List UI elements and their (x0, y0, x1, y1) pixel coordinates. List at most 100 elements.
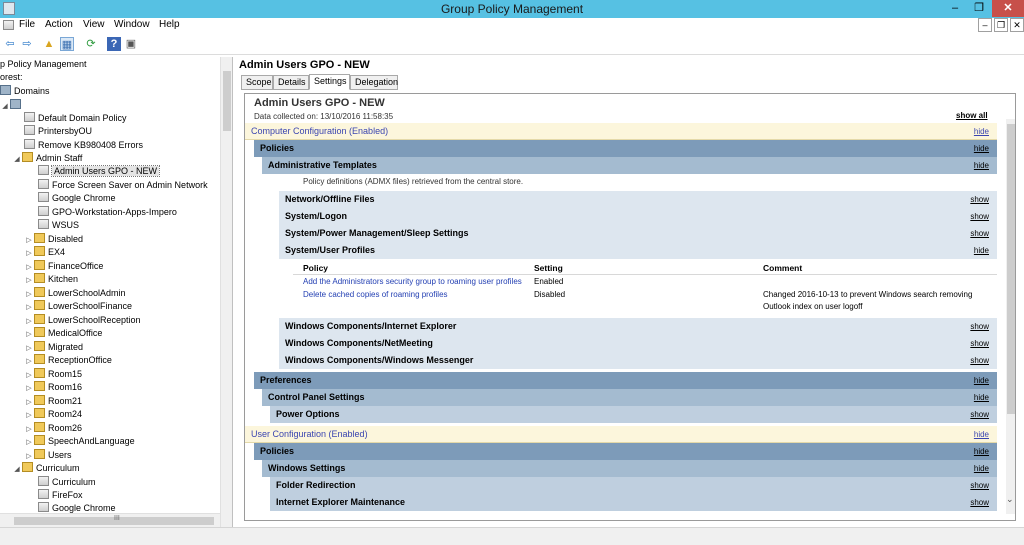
tree-item[interactable]: ▷ Room15 (24, 368, 82, 381)
policies-header[interactable]: Policies hide (254, 140, 997, 157)
hide-link[interactable]: hide (974, 140, 989, 157)
expand-arrow-icon[interactable]: ▷ (24, 382, 34, 395)
tree-item[interactable]: Force Screen Saver on Admin Network (38, 179, 208, 192)
control-panel-settings-header[interactable]: Control Panel Settings hide (262, 389, 997, 406)
tree-horizontal-scrollbar[interactable]: III (0, 513, 220, 527)
tree-item[interactable]: ▷ SpeechAndLanguage (24, 435, 135, 448)
show-hide-tree-icon[interactable]: ▦ (60, 37, 74, 51)
mdi-minimize-button[interactable]: – (978, 18, 992, 32)
report-vertical-scrollbar[interactable]: ⌄ (1006, 119, 1015, 514)
administrative-templates-header[interactable]: Administrative Templates hide (262, 157, 997, 174)
power-options-header[interactable]: Power Options show (270, 406, 997, 423)
menu-view[interactable]: View (83, 19, 105, 30)
scroll-thumb[interactable] (223, 71, 231, 131)
tree-item-selected[interactable]: Admin Users GPO - NEW (38, 165, 161, 178)
tree-item[interactable]: ◢ Curriculum (12, 462, 80, 475)
forward-arrow-icon[interactable]: ⇨ (20, 37, 34, 51)
scroll-down-arrow-icon[interactable]: ⌄ (1006, 494, 1014, 505)
tree-item[interactable]: Default Domain Policy (24, 112, 127, 125)
tree-forest[interactable]: orest: (0, 71, 23, 84)
tree-item[interactable]: ▷ LowerSchoolAdmin (24, 287, 126, 300)
tab-scope[interactable]: Scope (241, 75, 273, 90)
tree-item[interactable]: ▷ Room26 (24, 422, 82, 435)
back-arrow-icon[interactable]: ⇦ (3, 37, 17, 51)
tree-item[interactable]: ▷ LowerSchoolReception (24, 314, 141, 327)
show-link[interactable]: show (970, 406, 989, 423)
tree-item[interactable]: GPO-Workstation-Apps-Impero (38, 206, 177, 219)
help-icon[interactable]: ? (107, 37, 121, 51)
hide-link[interactable]: hide (974, 242, 989, 259)
windows-components-netmeeting-header[interactable]: Windows Components/NetMeeting show (279, 335, 997, 352)
show-all-link[interactable]: show all (956, 111, 988, 120)
up-folder-icon[interactable]: ▲ (42, 37, 56, 51)
hide-link[interactable]: hide (974, 157, 989, 174)
maximize-button[interactable]: ❐ (967, 0, 991, 17)
tree-item[interactable]: ▷ Disabled (24, 233, 83, 246)
expand-arrow-icon[interactable]: ▷ (24, 301, 34, 314)
tree-item[interactable]: ▷ Kitchen (24, 273, 78, 286)
show-link[interactable]: show (970, 335, 989, 352)
scroll-thumb[interactable] (1007, 124, 1015, 414)
tab-delegation[interactable]: Delegation (350, 75, 398, 90)
network-offline-files-header[interactable]: Network/Offline Files show (279, 191, 997, 208)
minimize-button[interactable]: – (943, 0, 967, 17)
tree-domains[interactable]: Domains (0, 85, 50, 98)
tree-item[interactable]: ▷ Users (24, 449, 72, 462)
tab-settings[interactable]: Settings (309, 74, 350, 90)
collapse-arrow-icon[interactable]: ◢ (12, 463, 22, 476)
tree-item[interactable]: WSUS (38, 219, 79, 232)
show-link[interactable]: show (970, 494, 989, 511)
show-link[interactable]: show (970, 225, 989, 242)
collapse-arrow-icon[interactable]: ◢ (0, 100, 10, 113)
user-policies-header[interactable]: Policies hide (254, 443, 997, 460)
tree-item[interactable]: Google Chrome (38, 192, 116, 205)
tree-item[interactable]: ▷ MedicalOffice (24, 327, 102, 340)
windows-components-messenger-header[interactable]: Windows Components/Windows Messenger show (279, 352, 997, 369)
tree-item[interactable]: FireFox (38, 489, 83, 502)
system-power-management-header[interactable]: System/Power Management/Sleep Settings sh… (279, 225, 997, 242)
hide-link[interactable]: hide (974, 460, 989, 477)
tab-details[interactable]: Details (273, 75, 309, 90)
hide-link[interactable]: hide (974, 426, 989, 443)
user-configuration-header[interactable]: User Configuration (Enabled) hide (245, 426, 997, 443)
tree-item[interactable]: PrintersbyOU (24, 125, 92, 138)
system-user-profiles-header[interactable]: System/User Profiles hide (279, 242, 997, 259)
menu-window[interactable]: Window (114, 19, 150, 30)
show-link[interactable]: show (970, 318, 989, 335)
mdi-close-button[interactable]: ✕ (1010, 18, 1024, 32)
expand-arrow-icon[interactable]: ▷ (24, 355, 34, 368)
expand-arrow-icon[interactable]: ▷ (24, 436, 34, 449)
tree-item[interactable]: Remove KB980408 Errors (24, 139, 143, 152)
system-logon-header[interactable]: System/Logon show (279, 208, 997, 225)
preferences-header[interactable]: Preferences hide (254, 372, 997, 389)
tree-item[interactable]: ▷ Room24 (24, 408, 82, 421)
tree-item[interactable]: ▷ Room21 (24, 395, 82, 408)
policy-link[interactable]: Delete cached copies of roaming profiles (303, 290, 448, 299)
tree-item[interactable]: ▷ Migrated (24, 341, 83, 354)
show-link[interactable]: show (970, 208, 989, 225)
refresh-icon[interactable]: ⟳ (84, 37, 98, 51)
tree-item[interactable]: ▷ ReceptionOffice (24, 354, 112, 367)
expand-arrow-icon[interactable]: ▷ (24, 247, 34, 260)
ie-maintenance-header[interactable]: Internet Explorer Maintenance show (270, 494, 997, 511)
expand-arrow-icon[interactable]: ▷ (24, 328, 34, 341)
hide-link[interactable]: hide (974, 443, 989, 460)
menu-help[interactable]: Help (159, 19, 180, 30)
close-button[interactable]: ✕ (992, 0, 1024, 17)
tree-item[interactable]: Curriculum (38, 476, 96, 489)
menu-action[interactable]: Action (45, 19, 73, 30)
tree-item[interactable]: ◢ Admin Staff (12, 152, 82, 165)
show-link[interactable]: show (970, 352, 989, 369)
show-link[interactable]: show (970, 191, 989, 208)
hide-link[interactable]: hide (974, 372, 989, 389)
expand-arrow-icon[interactable]: ▷ (24, 274, 34, 287)
menu-file[interactable]: File (19, 19, 35, 30)
tree-item[interactable]: ▷ FinanceOffice (24, 260, 103, 273)
expand-arrow-icon[interactable]: ▷ (24, 409, 34, 422)
console-window-icon[interactable]: ▣ (124, 37, 138, 51)
folder-redirection-header[interactable]: Folder Redirection show (270, 477, 997, 494)
tree-root[interactable]: p Policy Management (0, 58, 87, 71)
mdi-restore-button[interactable]: ❐ (994, 18, 1008, 32)
hide-link[interactable]: hide (974, 123, 989, 140)
hide-link[interactable]: hide (974, 389, 989, 406)
